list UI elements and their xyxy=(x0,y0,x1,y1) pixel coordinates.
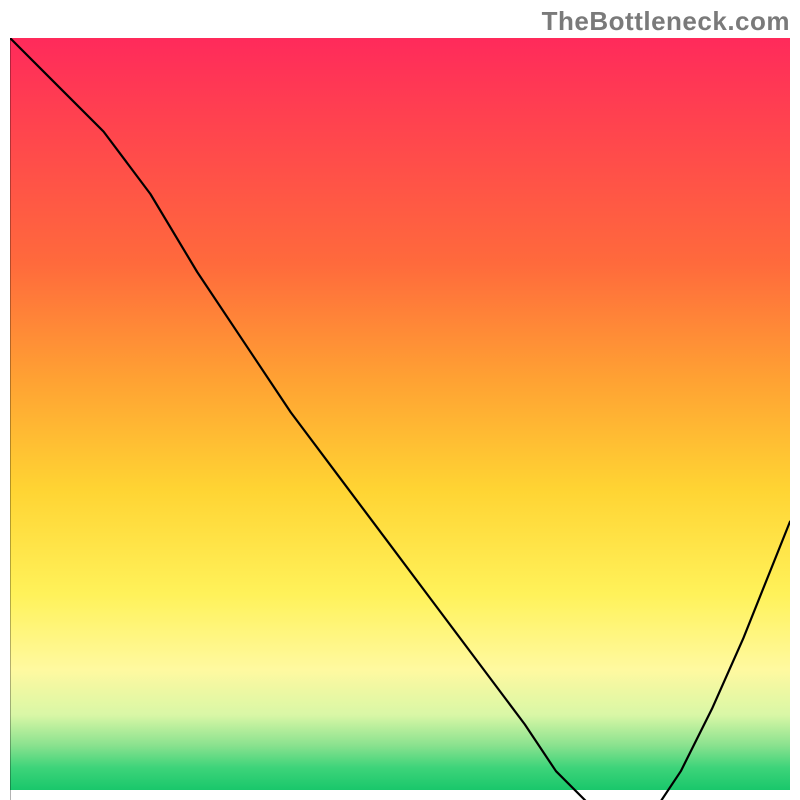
gradient-background xyxy=(10,38,790,790)
chart-stage: TheBottleneck.com xyxy=(0,0,800,800)
watermark-text: TheBottleneck.com xyxy=(542,6,790,37)
plot-area xyxy=(10,38,790,790)
